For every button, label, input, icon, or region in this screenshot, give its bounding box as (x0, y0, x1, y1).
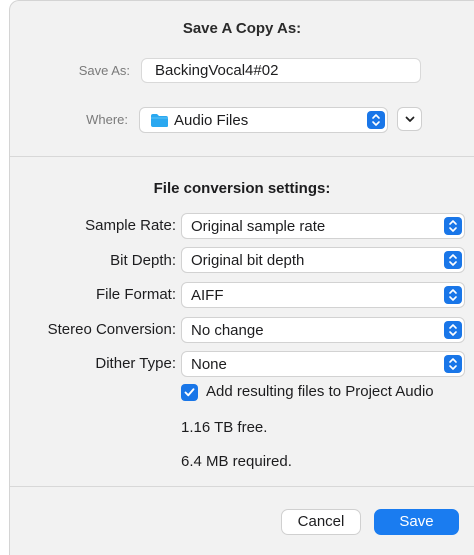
chevron-updown-icon (444, 321, 462, 339)
where-popup[interactable]: Audio Files (139, 107, 388, 133)
chevron-updown-icon (444, 286, 462, 304)
save-button[interactable]: Save (374, 509, 459, 535)
footer-divider (10, 486, 474, 487)
sample-rate-popup[interactable]: Original sample rate (181, 213, 465, 239)
divider (10, 156, 474, 157)
dialog-title: Save A Copy As: (182, 20, 302, 37)
file-format-label: File Format: (95, 286, 176, 303)
stereo-conversion-label: Stereo Conversion: (47, 321, 176, 338)
chevron-updown-icon (444, 251, 462, 269)
dither-type-label: Dither Type: (95, 355, 176, 372)
chevron-updown-icon (367, 111, 385, 129)
file-format-popup[interactable]: AIFF (181, 282, 465, 308)
add-to-project-checkbox[interactable] (181, 384, 198, 401)
dither-type-popup[interactable]: None (181, 351, 465, 377)
chevron-updown-icon (444, 217, 462, 235)
folder-icon (150, 113, 169, 133)
dither-type-value: None (191, 356, 227, 373)
stereo-conversion-value: No change (191, 322, 264, 339)
add-to-project-label[interactable]: Add resulting files to Project Audio (206, 383, 434, 400)
required-space-text: 6.4 MB required. (181, 453, 292, 470)
chevron-down-icon (405, 116, 415, 122)
where-value: Audio Files (174, 112, 249, 129)
sample-rate-value: Original sample rate (191, 218, 326, 235)
save-as-label: Save As: (78, 63, 130, 78)
sample-rate-label: Sample Rate: (85, 217, 176, 234)
chevron-updown-icon (444, 355, 462, 373)
bit-depth-value: Original bit depth (191, 252, 305, 269)
bit-depth-popup[interactable]: Original bit depth (181, 247, 465, 273)
checkmark-icon (184, 388, 195, 397)
expand-button[interactable] (397, 107, 422, 131)
cancel-button[interactable]: Cancel (281, 509, 361, 535)
free-space-text: 1.16 TB free. (181, 419, 268, 436)
save-as-field[interactable]: BackingVocal4#02 (141, 58, 421, 83)
stereo-conversion-popup[interactable]: No change (181, 317, 465, 343)
where-label: Where: (86, 112, 128, 127)
section-title: File conversion settings: (153, 180, 331, 197)
bit-depth-label: Bit Depth: (110, 252, 176, 269)
save-copy-dialog: Save A Copy As: Save As: BackingVocal4#0… (9, 0, 474, 555)
file-format-value: AIFF (191, 287, 224, 304)
